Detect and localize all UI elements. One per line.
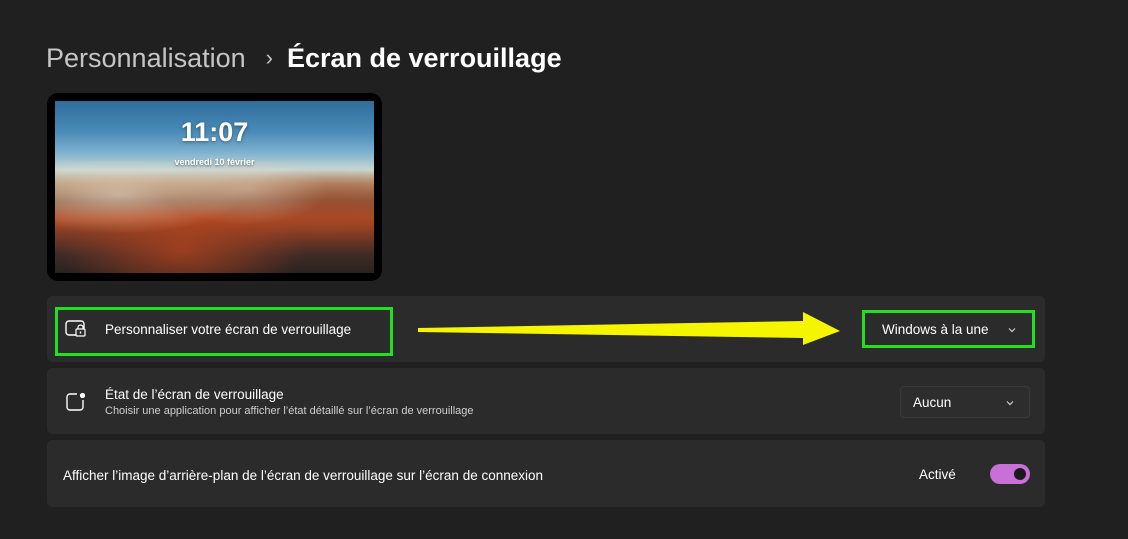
highlight-box-dropdown bbox=[862, 310, 1035, 348]
lock-screen-preview-image: 11:07 vendredi 10 février bbox=[55, 101, 374, 273]
mountain-landscape-image bbox=[55, 161, 374, 273]
lock-screen-status-row: État de l’écran de verrouillage Choisir … bbox=[47, 368, 1045, 434]
breadcrumb: Personnalisation › Écran de verrouillage bbox=[46, 38, 562, 78]
chevron-down-icon bbox=[1005, 396, 1015, 411]
preview-date: vendredi 10 février bbox=[174, 157, 255, 167]
breadcrumb-parent-link[interactable]: Personnalisation bbox=[46, 43, 246, 74]
highlight-box-personalize bbox=[55, 307, 393, 356]
signin-background-label: Afficher l’image d’arrière-plan de l’écr… bbox=[63, 468, 544, 483]
breadcrumb-chevron-icon: › bbox=[265, 45, 273, 70]
lock-screen-status-dropdown[interactable]: Aucun bbox=[900, 386, 1030, 418]
signin-background-state: Activé bbox=[919, 467, 956, 482]
signin-background-row: Afficher l’image d’arrière-plan de l’écr… bbox=[47, 440, 1045, 507]
preview-time: 11:07 bbox=[180, 117, 249, 147]
page-title: Écran de verrouillage bbox=[286, 42, 562, 73]
lock-screen-preview: 11:07 vendredi 10 février bbox=[47, 93, 382, 281]
app-status-icon bbox=[65, 392, 87, 417]
signin-background-toggle[interactable] bbox=[990, 464, 1030, 484]
toggle-knob bbox=[1014, 468, 1026, 480]
lock-screen-status-value: Aucun bbox=[913, 395, 952, 410]
lock-screen-status-description: Choisir une application pour afficher l’… bbox=[105, 405, 474, 417]
lock-screen-status-label: État de l’écran de verrouillage bbox=[105, 387, 284, 402]
yellow-arrow-annotation bbox=[418, 312, 840, 345]
